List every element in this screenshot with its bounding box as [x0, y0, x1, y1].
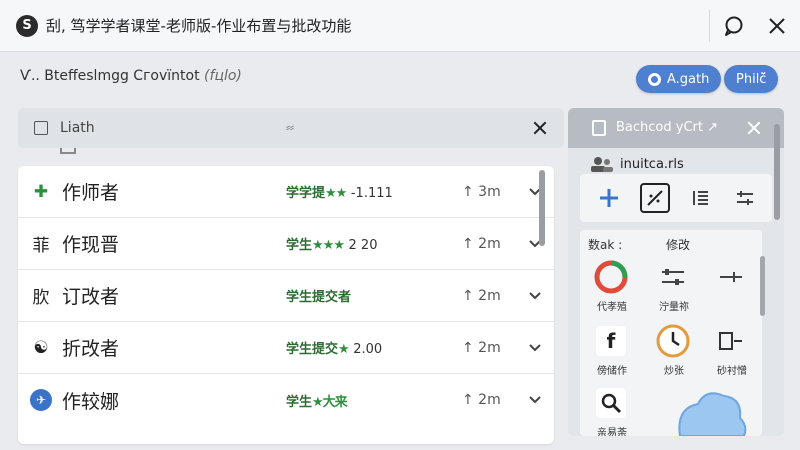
mask-icon: ☯ — [33, 337, 49, 358]
row-name: 作现晋 — [62, 234, 120, 256]
title-bar: S 刮, 笃学学者课堂-老师版-作业布置与批改功能 — [0, 0, 800, 52]
task-list-panel: Liath ⸗⸗ ✚ 作师者 学学提★★ -1.111 ↑ 3m 菲 作现晋 学… — [18, 108, 564, 444]
pen-icon — [647, 190, 663, 206]
titlebar-divider — [709, 10, 710, 42]
page-subtitle: Ѵ.. Βteffeslmgg Cгovїntot (fцlo) — [20, 68, 242, 84]
donut-chart-icon — [592, 258, 630, 296]
row-status: 学生★★★ 2 20 — [286, 238, 378, 253]
clock-icon — [654, 322, 692, 360]
grid-cell[interactable] — [704, 258, 760, 318]
subtitle-text: Ѵ.. Βteffeslmgg Cгovїntot — [20, 68, 200, 84]
puzzle-icon: ✚ — [33, 181, 49, 202]
table-row[interactable]: 菲 作现晋 学生★★★ 2 20 ↑ 2m — [18, 218, 554, 270]
filter-separator: ⸗⸗ — [286, 120, 294, 134]
side-panel-header: Bachcod yCrt ↗ — [568, 108, 784, 148]
search-icon — [592, 384, 630, 422]
grid-header-left: 数ak : — [588, 238, 623, 252]
list-scrollbar[interactable] — [539, 170, 545, 246]
table-row[interactable]: 肷 订改者 学生提交者 ↑ 2m — [18, 270, 554, 322]
row-status: 学生提交者 — [286, 290, 352, 305]
row-time: ↑ 2m — [462, 392, 501, 408]
chevron-down-icon[interactable] — [528, 289, 542, 303]
toolbar — [580, 174, 772, 222]
sliders-icon — [654, 258, 692, 296]
pill-button-agath[interactable]: A.gath — [636, 65, 722, 93]
row-name: 折改者 — [62, 338, 120, 360]
row-time: ↑ 2m — [462, 287, 501, 304]
sliders-icon — [737, 191, 753, 205]
tool-grid: 数ak : 修改 代孝殖 泞量祢 f 傍储作 炒张 砂衬憎 亲易荼 — [580, 230, 762, 436]
edit-tool-button[interactable] — [640, 183, 670, 213]
grid-cell[interactable]: 泞量祢 — [646, 258, 702, 318]
row-name: 作较娜 — [62, 390, 120, 413]
text-icon: 肷 — [32, 288, 50, 308]
dropdown-stub — [60, 148, 76, 154]
close-icon — [769, 18, 785, 34]
chevron-down-icon[interactable] — [528, 393, 542, 407]
grid-cell-label: 亲易荼 — [597, 428, 627, 436]
row-status: 学学提★★ -1.111 — [286, 186, 393, 201]
cloud-icon — [670, 392, 750, 436]
panel-scrollbar[interactable] — [774, 124, 780, 220]
grid-cell[interactable]: 代孝殖 — [584, 258, 640, 318]
grid-cell-label: 代孝殖 — [597, 302, 627, 313]
clock-icon — [648, 72, 661, 86]
grid-cell-label: 傍储作 — [597, 366, 627, 377]
row-name: 作师者 — [62, 182, 120, 204]
row-status: 学生提交★ 2.00 — [286, 342, 383, 357]
row-time: ↑ 2m — [462, 339, 501, 356]
grid-scrollbar[interactable] — [760, 256, 765, 316]
close-window-button[interactable] — [763, 12, 791, 40]
pill-label: Philč̈ — [736, 71, 767, 87]
pill-button-philc[interactable]: Philč̈ — [724, 65, 779, 93]
chat-button[interactable] — [720, 12, 748, 40]
filter-label: Liath — [60, 120, 95, 136]
grid-cell-label: 泞量祢 — [659, 302, 689, 313]
grid-cell[interactable]: 砂衬憎 — [704, 322, 760, 382]
facebook-icon: f — [592, 322, 630, 360]
add-button[interactable] — [594, 183, 624, 213]
pill-label: A.gath — [667, 71, 710, 87]
side-panel-title: Bachcod yCrt ↗ — [616, 120, 718, 135]
battery-icon — [712, 322, 750, 360]
grid-cell-label: 砂衬憎 — [717, 366, 747, 377]
list-view-button[interactable] — [686, 183, 716, 213]
row-status: 学生★大来 — [286, 394, 348, 410]
side-panel: Bachcod yCrt ↗ inuitca.rls 数ak : 修改 代孝殖 — [568, 108, 784, 436]
grid-cell-label: 炒张 — [664, 366, 684, 377]
clear-filter-button[interactable] — [530, 118, 550, 138]
app-logo-icon: S — [16, 14, 38, 37]
grid-cell[interactable] — [670, 392, 750, 436]
grid-cell[interactable]: 炒张 — [646, 322, 702, 382]
row-time: ↑ 3m — [462, 183, 501, 200]
table-row[interactable]: ✚ 作师者 学学提★★ -1.111 ↑ 3m — [18, 166, 554, 218]
grid-cell[interactable]: f 傍储作 — [584, 322, 640, 382]
table-row[interactable]: ✈ 作较娜 学生★大来 ↑ 2m — [18, 374, 554, 426]
select-all-checkbox[interactable] — [34, 121, 48, 135]
chat-bubble-icon — [725, 16, 743, 36]
subtitle-modifier: (fцlo) — [204, 68, 242, 84]
row-name: 订改者 — [62, 286, 120, 308]
filter-tool-button[interactable] — [730, 183, 760, 213]
document-icon — [592, 120, 606, 136]
list-icon — [693, 191, 708, 205]
table-row[interactable]: ☯ 折改者 学生提交★ 2.00 ↑ 2m — [18, 322, 554, 374]
close-panel-button[interactable] — [746, 120, 762, 136]
grid-cell[interactable]: 亲易荼 — [584, 384, 640, 436]
chevron-down-icon[interactable] — [528, 341, 542, 355]
users-icon — [591, 157, 613, 172]
plus-icon — [600, 189, 618, 207]
globe-icon: ✈ — [30, 389, 52, 411]
task-list: ✚ 作师者 学学提★★ -1.111 ↑ 3m 菲 作现晋 学生★★★ 2 20… — [18, 166, 554, 444]
minus-plus-icon — [712, 258, 750, 296]
grid-icon: 菲 — [32, 236, 50, 256]
filter-bar: Liath ⸗⸗ — [18, 108, 564, 148]
user-label: inuitca.rls — [620, 157, 684, 172]
grid-header-right: 修改 — [666, 238, 691, 252]
row-time: ↑ 2m — [462, 235, 501, 252]
window-title: 刮, 笃学学者课堂-老师版-作业布置与批改功能 — [46, 17, 352, 35]
